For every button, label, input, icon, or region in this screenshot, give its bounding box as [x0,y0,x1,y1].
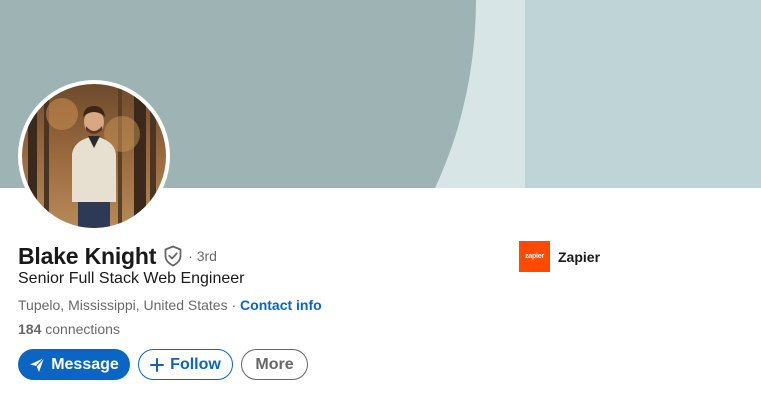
separator: · [227,297,241,313]
more-button[interactable]: More [241,349,308,380]
profile-location: Tupelo, Mississippi, United States [18,297,228,313]
connections-number: 184 [18,321,42,337]
logo-text: zapier [524,253,545,260]
message-button[interactable]: Message [18,349,130,380]
name-row: Blake Knight · 3rd [18,242,217,270]
plus-icon [150,357,165,372]
company-name: Zapier [558,248,601,265]
follow-button[interactable]: Follow [138,349,233,380]
message-label: Message [51,355,119,373]
current-company[interactable]: zapier Zapier [519,241,600,272]
profile-name: Blake Knight [18,242,157,269]
follow-label: Follow [170,355,221,373]
connection-degree: · 3rd [188,248,217,264]
shield-check-icon[interactable] [163,245,183,267]
location-row: Tupelo, Mississippi, United States · Con… [18,297,322,313]
profile-actions: Message Follow More [18,349,308,380]
zapier-logo: zapier [519,241,550,272]
profile-headline: Senior Full Stack Web Engineer [18,270,245,287]
paper-plane-icon [29,357,45,373]
profile-photo[interactable] [18,80,170,232]
connections-count[interactable]: 184 connections [18,321,120,337]
more-label: More [255,355,294,373]
connections-label: connections [45,321,120,337]
avatar[interactable] [22,84,166,228]
contact-info-link[interactable]: Contact info [240,297,322,313]
